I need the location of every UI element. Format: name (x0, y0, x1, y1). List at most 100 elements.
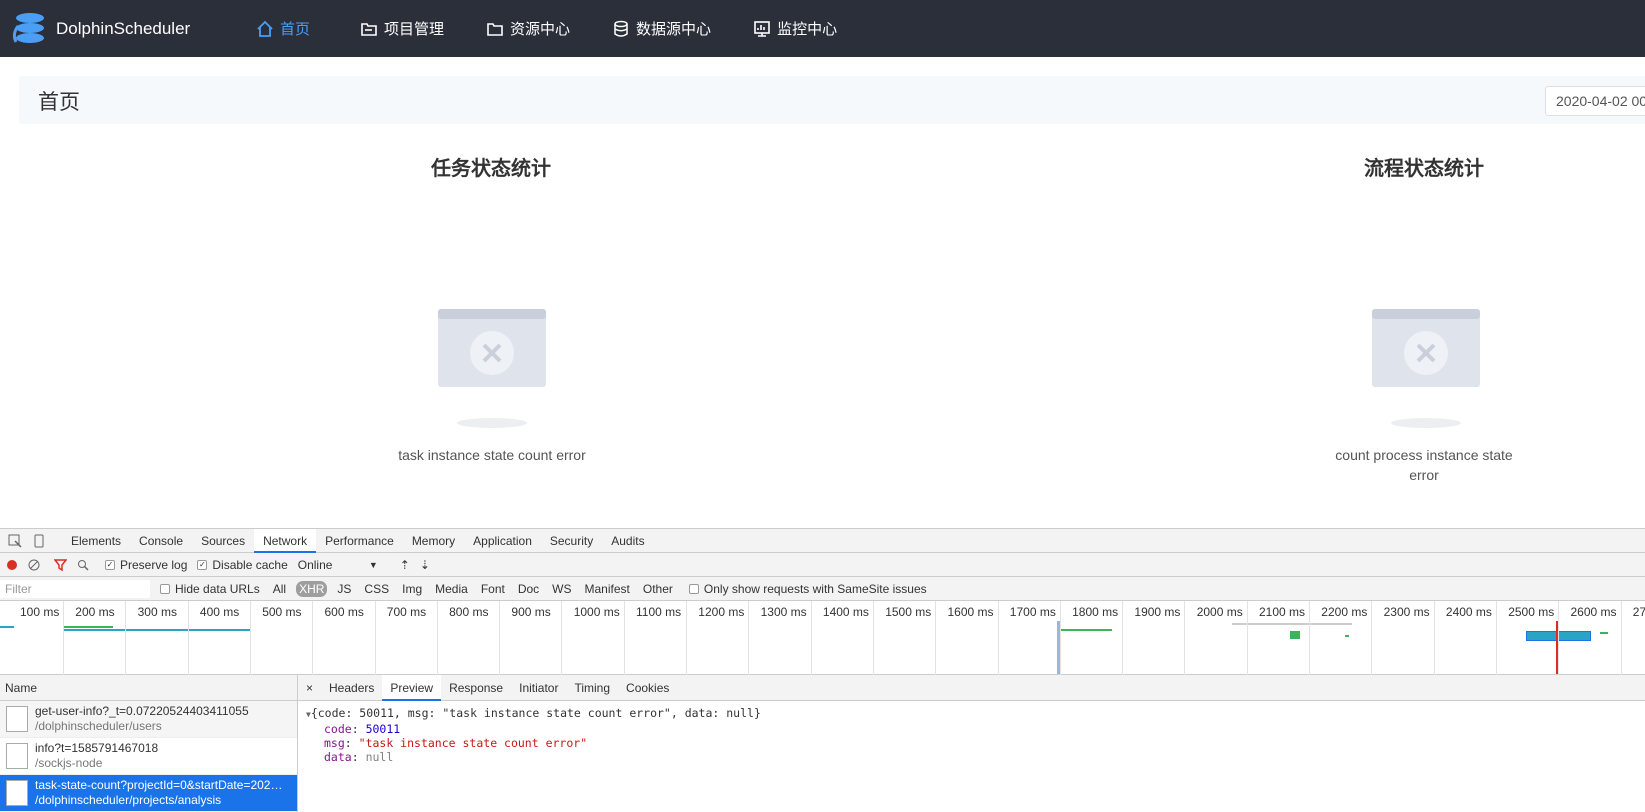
devtools-tab-memory[interactable]: Memory (403, 529, 464, 553)
timeline-gridline (374, 601, 376, 675)
logo[interactable]: DolphinScheduler (10, 8, 240, 50)
timeline-gridline (748, 601, 750, 675)
timeline-gridline (312, 601, 314, 675)
filter-type-js[interactable]: JS (334, 581, 354, 597)
detail-tab-initiator[interactable]: Initiator (511, 675, 566, 701)
json-row-code: code: 50011 (324, 722, 401, 736)
timeline-bar (1290, 631, 1300, 639)
json-summary-row[interactable]: ▼{code: 50011, msg: "task instance state… (306, 706, 1645, 722)
timeline-gridline (997, 601, 999, 675)
nav-resources[interactable]: 资源中心 (486, 18, 570, 39)
close-detail-button[interactable]: × (298, 675, 321, 701)
filter-input[interactable]: Filter (0, 579, 150, 598)
detail-tab-preview[interactable]: Preview (382, 674, 442, 701)
timeline-gridline (935, 601, 937, 675)
detail-tab-response[interactable]: Response (441, 675, 511, 701)
name-column-header[interactable]: Name (0, 675, 297, 701)
timeline-gridline (1620, 601, 1622, 675)
filter-type-xhr[interactable]: XHR (296, 580, 328, 597)
request-detail-pane: × Headers Preview Response Initiator Tim… (298, 674, 1645, 812)
timeline-tick-label: 700 ms (386, 605, 427, 619)
filter-type-css[interactable]: CSS (361, 581, 392, 597)
filter-type-all[interactable]: All (270, 581, 289, 597)
devtools-tab-elements[interactable]: Elements (62, 529, 130, 553)
network-filter-bar: Filter Hide data URLs All XHR JS CSS Img… (0, 577, 1645, 601)
filter-type-media[interactable]: Media (432, 581, 471, 597)
filter-type-doc[interactable]: Doc (515, 581, 542, 597)
preserve-log-checkbox[interactable]: ✓ Preserve log (105, 558, 187, 572)
timeline-tick-label: 500 ms (262, 605, 302, 619)
devtools-tab-network[interactable]: Network (254, 528, 317, 553)
download-icon: ⇣ (419, 557, 430, 572)
filter-type-manifest[interactable]: Manifest (582, 581, 633, 597)
nav-home[interactable]: 首页 (256, 18, 310, 39)
timeline-gridline (249, 601, 251, 675)
search-button[interactable] (77, 559, 89, 571)
filter-type-img[interactable]: Img (399, 581, 425, 597)
page-title: 首页 (38, 91, 80, 114)
detail-tab-cookies[interactable]: Cookies (618, 675, 677, 701)
timeline-gridline (436, 601, 438, 675)
timeline-bar (0, 626, 14, 628)
filter-type-font[interactable]: Font (478, 581, 508, 597)
detail-tab-timing[interactable]: Timing (566, 675, 618, 701)
timeline-tick-label: 1000 ms (573, 605, 620, 619)
samesite-checkbox[interactable]: Only show requests with SameSite issues (688, 582, 927, 596)
timeline-gridline (1122, 601, 1124, 675)
devtools-tab-console[interactable]: Console (130, 529, 192, 553)
timeline-bar (1600, 632, 1608, 634)
nav-datasource[interactable]: 数据源中心 (612, 18, 711, 39)
timeline-tick-label: 200 ms (75, 605, 115, 619)
detail-tab-headers[interactable]: Headers (321, 675, 382, 701)
devtools-tab-application[interactable]: Application (464, 529, 541, 553)
record-button[interactable] (6, 559, 18, 571)
filter-type-other[interactable]: Other (640, 581, 676, 597)
request-row[interactable]: get-user-info?_t=0.07220524403411055 /do… (0, 701, 297, 738)
empty-error-icon (437, 308, 547, 428)
throttling-select[interactable]: Online ▼ (298, 558, 378, 572)
timeline-tick-label: 1900 ms (1134, 605, 1181, 619)
hide-data-urls-checkbox[interactable]: Hide data URLs (160, 582, 260, 596)
timeline-tick-label: 800 ms (449, 605, 489, 619)
filter-type-ws[interactable]: WS (549, 581, 574, 597)
timeline-tick-label: 1800 ms (1072, 605, 1119, 619)
network-overview-timeline[interactable]: 100 ms 200 ms 300 ms 400 ms 500 ms 600 ms 700 … (0, 601, 1645, 675)
timeline-tick-label: 27 (1632, 605, 1645, 619)
timeline-gridline (1059, 601, 1061, 675)
nav-monitor[interactable]: 监控中心 (753, 18, 837, 39)
export-har-button[interactable]: ⇣ (420, 558, 430, 572)
filter-toggle-button[interactable] (54, 558, 67, 571)
request-row-selected[interactable]: task-state-count?projectId=0&startDate=2… (0, 775, 297, 812)
timeline-bar (63, 626, 113, 628)
timeline-gridline (1433, 601, 1435, 675)
clear-button[interactable] (28, 559, 40, 571)
page-header: 首页 2020-04-02 00 (19, 76, 1645, 124)
checkbox-icon (160, 583, 170, 594)
file-icon (6, 743, 28, 769)
devtools-tab-security[interactable]: Security (541, 529, 602, 553)
devtools-panel: Elements Console Sources Network Perform… (0, 528, 1645, 812)
nav-projects[interactable]: 项目管理 (360, 18, 444, 39)
timeline-gridline (686, 601, 687, 675)
devtools-tab-sources[interactable]: Sources (192, 529, 254, 553)
record-icon (7, 559, 17, 570)
filter-icon (54, 558, 67, 571)
devtools-tabs: Elements Console Sources Network Perform… (0, 528, 1645, 553)
inspect-element-icon[interactable] (8, 534, 22, 548)
json-row-data: data: null (324, 750, 394, 764)
date-range-picker[interactable]: 2020-04-02 00 (1545, 86, 1645, 116)
import-har-button[interactable]: ⇡ (400, 558, 410, 572)
timeline-gridline (872, 601, 874, 675)
timeline-gridline (623, 601, 625, 675)
disable-cache-checkbox[interactable]: ✓ Disable cache (197, 558, 288, 572)
devtools-tab-performance[interactable]: Performance (316, 529, 403, 553)
project-icon (361, 22, 377, 36)
timeline-tick-label: 2200 ms (1321, 605, 1368, 619)
devtools-tab-audits[interactable]: Audits (602, 529, 653, 553)
process-stats-error: count process instance state error (1335, 447, 1513, 483)
main-nav: 首页 项目管理 资源中心 数据源中心 监控中心 (240, 0, 879, 57)
timeline-tick-label: 1500 ms (885, 605, 932, 619)
device-toolbar-icon[interactable] (32, 534, 46, 548)
request-row[interactable]: info?t=1585791467018 /sockjs-node (0, 738, 297, 775)
timeline-tick-label: 2600 ms (1570, 605, 1617, 619)
